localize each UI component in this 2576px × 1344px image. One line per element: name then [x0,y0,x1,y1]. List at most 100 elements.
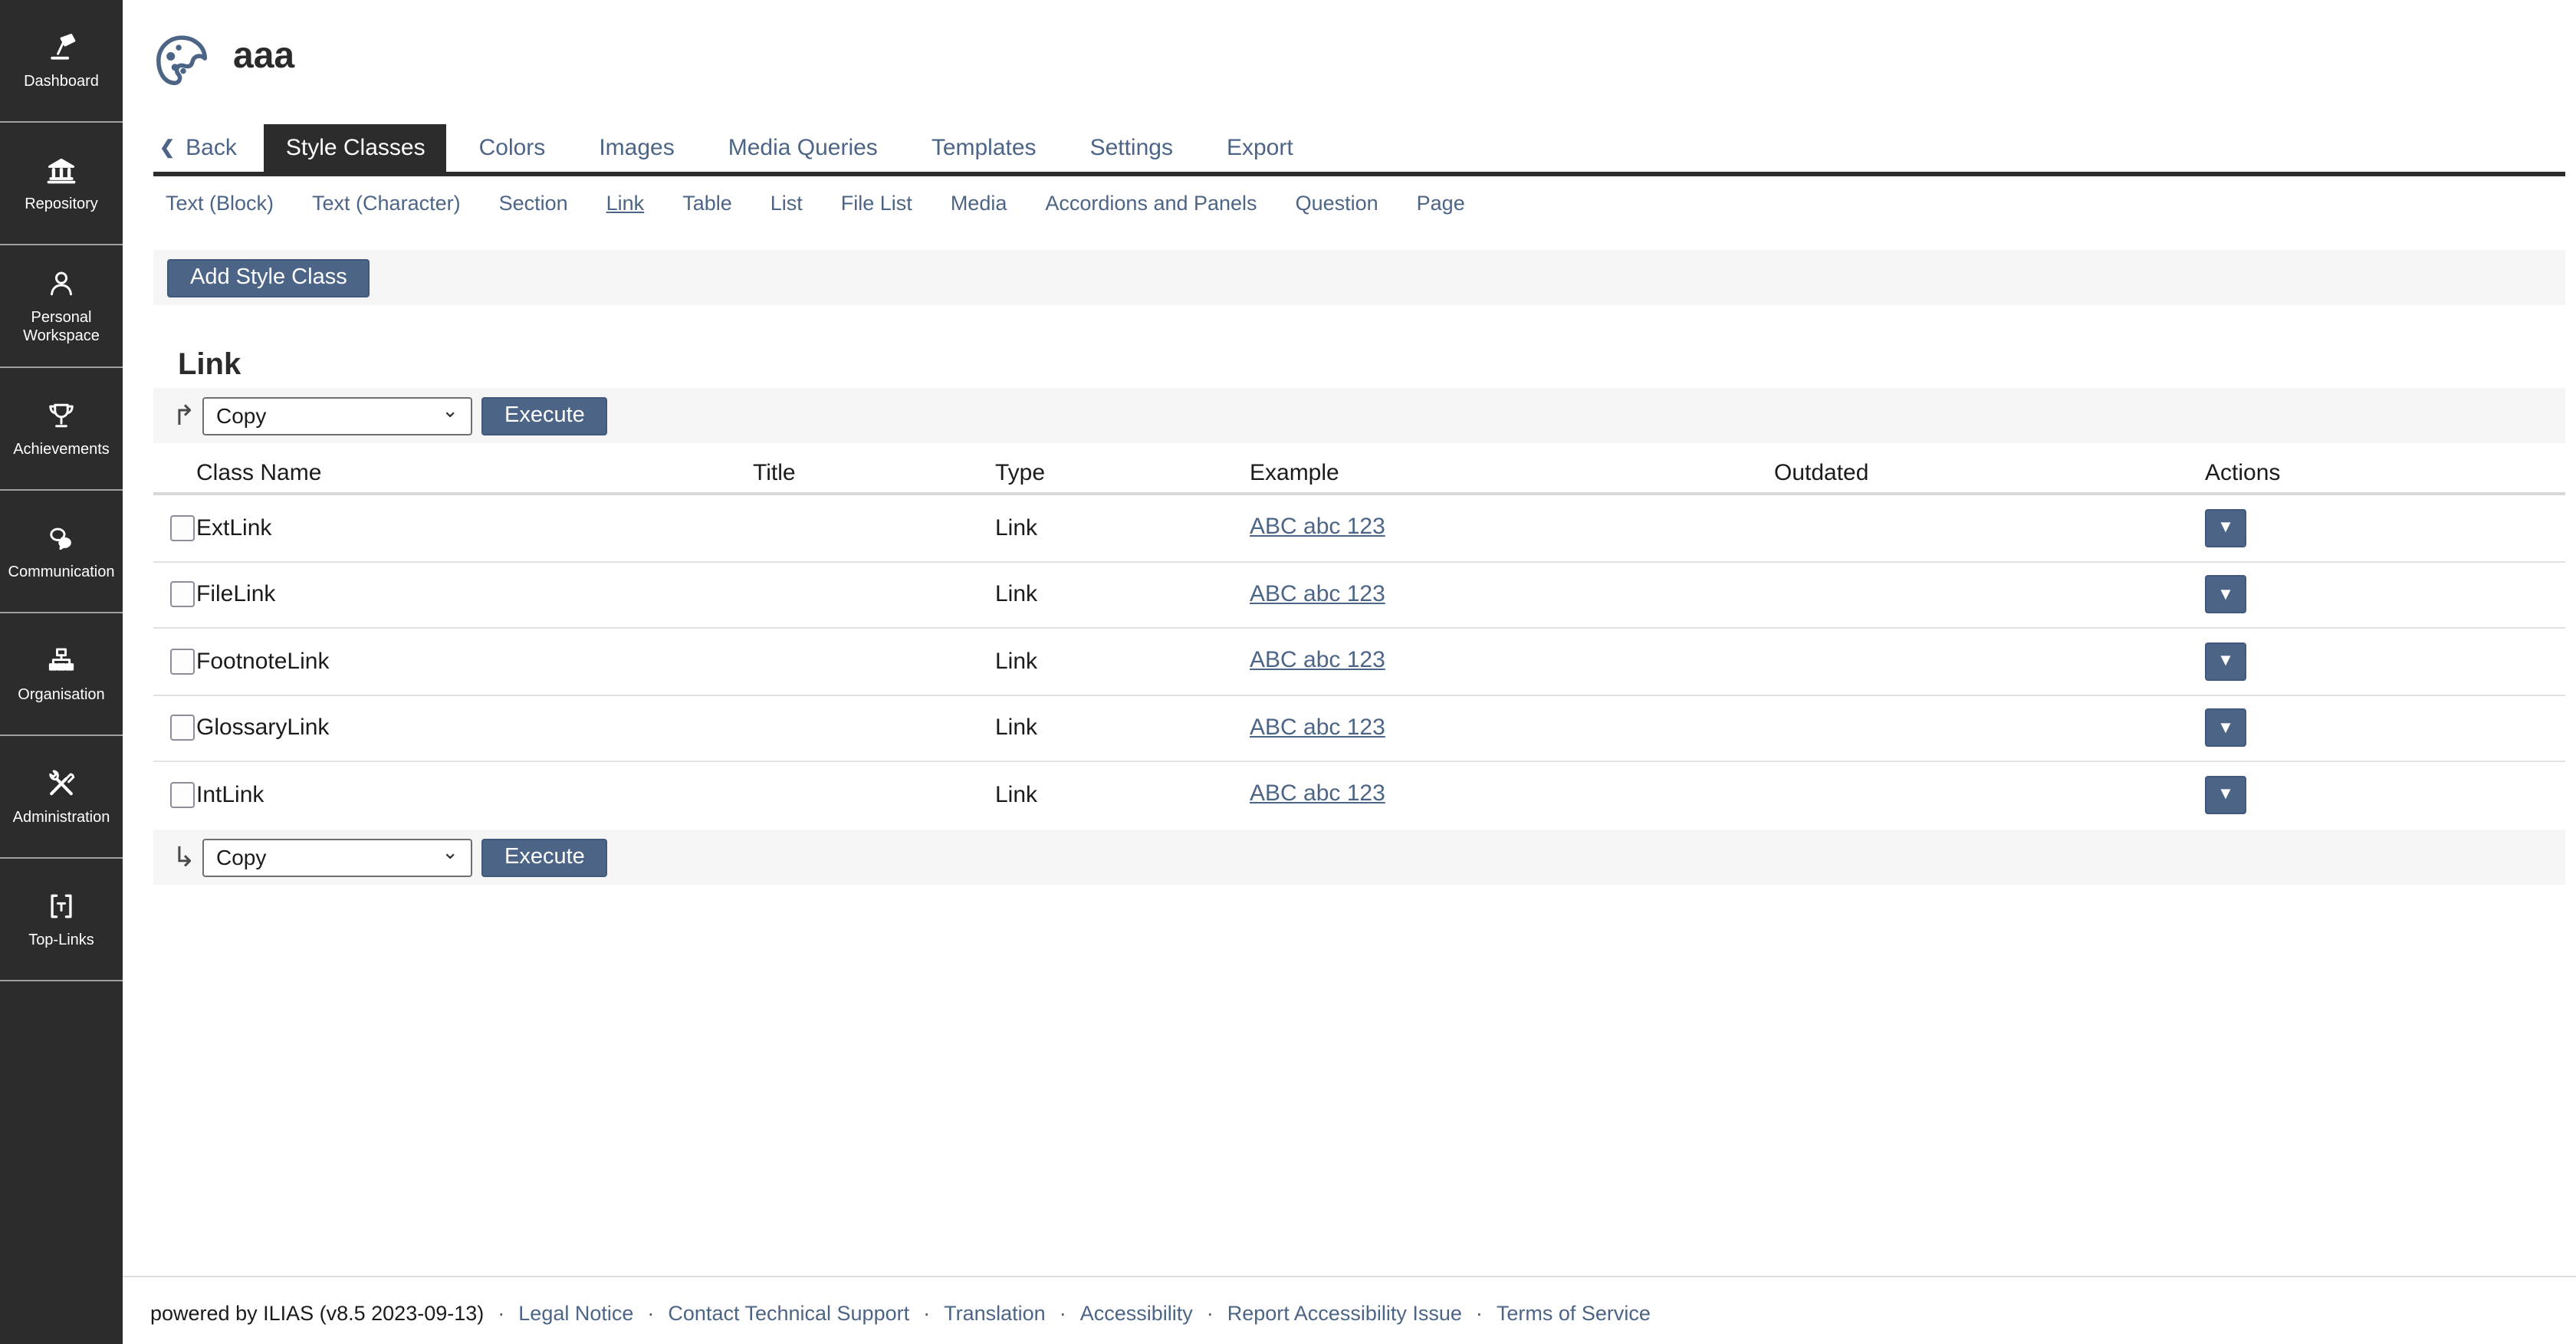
execute-button-bottom[interactable]: Execute [481,838,608,876]
footer-divider [123,1276,2576,1277]
footer-link[interactable]: Terms of Service [1497,1302,1651,1325]
subtab[interactable]: File List [841,192,912,215]
powered-by-text: powered by ILIAS (v8.5 2023-09-13) [150,1302,484,1325]
cell-class-name: IntLink [196,782,753,808]
footer: powered by ILIAS (v8.5 2023-09-13) · Leg… [150,1302,1651,1325]
sidebar-item[interactable]: Administration [0,736,123,859]
sidebar-item[interactable]: Top-Links [0,859,123,981]
tab[interactable]: Colors [458,124,567,172]
sidebar-item-icon [43,765,80,802]
sidebar-item[interactable]: Dashboard [0,0,123,123]
table-row: ExtLink Link ABC abc 123 ▼ [153,495,2565,562]
row-checkbox[interactable] [170,582,195,608]
dot-separator: · [1207,1302,1214,1325]
cell-type: Link [995,582,1250,608]
subtab[interactable]: Link [606,192,645,215]
sidebar-item-label: Top-Links [28,932,94,951]
tab[interactable]: Style Classes [264,124,447,176]
footer-links: · Legal Notice · Contact Technical Suppo… [484,1302,1651,1325]
row-checkbox[interactable] [170,715,195,741]
column-example: Example [1250,459,1774,485]
row-actions-dropdown-button[interactable]: ▼ [2205,776,2246,814]
table-header-row: Class Name Title Type Example Outdated A… [153,452,2565,495]
column-class-name: Class Name [196,459,753,485]
row-actions-dropdown-button[interactable]: ▼ [2205,509,2246,547]
page-title: aaa [233,35,294,78]
sidebar-item[interactable]: Achievements [0,368,123,491]
tab[interactable]: Images [577,124,695,172]
tab[interactable]: Settings [1069,124,1194,172]
tab[interactable]: Export [1205,124,1315,172]
subtab[interactable]: Question [1296,192,1378,215]
cell-type: Link [995,515,1250,541]
row-checkbox[interactable] [170,649,195,675]
example-link[interactable]: ABC abc 123 [1250,715,1385,741]
sidebar-item-label: Dashboard [24,74,99,92]
footer-link[interactable]: Contact Technical Support [668,1302,909,1325]
sidebar-item-icon [43,642,80,679]
dot-separator: · [1060,1302,1066,1325]
caret-down-icon: ▼ [2217,719,2234,738]
column-title: Title [753,459,995,485]
subtab[interactable]: Media [951,192,1007,215]
dot-separator: · [1476,1302,1483,1325]
sidebar-item[interactable]: Communication [0,491,123,613]
table-row: IntLink Link ABC abc 123 ▼ [153,762,2565,827]
execute-button-top[interactable]: Execute [481,396,608,435]
style-classes-table: Class Name Title Type Example Outdated A… [153,452,2565,827]
row-actions-dropdown-button[interactable]: ▼ [2205,709,2246,748]
sidebar-item-label: Personal Workspace [6,310,117,347]
footer-link[interactable]: Legal Notice [518,1302,633,1325]
row-actions-dropdown-button[interactable]: ▼ [2205,642,2246,681]
example-link[interactable]: ABC abc 123 [1250,581,1385,607]
subtab[interactable]: Text (Character) [312,192,461,215]
sub-tabs: Text (Block) Text (Character) Section Link T… [166,192,1465,215]
sidebar-item-icon [43,265,80,302]
example-link[interactable]: ABC abc 123 [1250,648,1385,674]
cell-class-name: GlossaryLink [196,715,753,741]
section-heading: Link [178,348,241,383]
table-row: FootnoteLink Link ABC abc 123 ▼ [153,629,2565,695]
subtab[interactable]: Page [1417,192,1465,215]
sidebar-item-label: Organisation [18,687,104,705]
bulk-action-selected-value: Copy [216,403,266,428]
footer-link[interactable]: Report Accessibility Issue [1227,1302,1462,1325]
subtab[interactable]: Text (Block) [166,192,274,215]
sidebar-item-icon [43,520,80,557]
back-button[interactable]: ❮ Back [153,124,252,172]
cell-type: Link [995,782,1250,808]
table-body: ExtLink Link ABC abc 123 ▼ FileLink Link… [153,495,2565,827]
sidebar-item-label: Achievements [13,442,110,460]
caret-down-icon: ▼ [2217,652,2234,671]
row-actions-dropdown-button[interactable]: ▼ [2205,576,2246,614]
tab[interactable]: Templates [910,124,1058,172]
subtab[interactable]: List [770,192,803,215]
row-checkbox[interactable] [170,782,195,808]
row-checkbox[interactable] [170,515,195,541]
column-actions: Actions [2205,459,2565,485]
bulk-action-selected-value: Copy [216,845,266,869]
back-label: Back [186,135,237,161]
sidebar-item-label: Repository [25,196,98,215]
footer-link[interactable]: Translation [944,1302,1046,1325]
add-style-class-button[interactable]: Add Style Class [167,258,370,297]
column-outdated: Outdated [1774,459,2205,485]
tab[interactable]: Media Queries [707,124,899,172]
subtab[interactable]: Section [499,192,568,215]
sidebar-item[interactable]: Personal Workspace [0,245,123,368]
bulk-action-select-top[interactable]: Copy ⌄ [202,396,472,435]
footer-link[interactable]: Accessibility [1080,1302,1193,1325]
example-link[interactable]: ABC abc 123 [1250,781,1385,807]
caret-down-icon: ▼ [2217,586,2234,604]
subtab[interactable]: Accordions and Panels [1045,192,1257,215]
sidebar-item[interactable]: Organisation [0,613,123,736]
subtab[interactable]: Table [682,192,732,215]
cell-class-name: ExtLink [196,515,753,541]
table-row: GlossaryLink Link ABC abc 123 ▼ [153,695,2565,762]
example-link[interactable]: ABC abc 123 [1250,514,1385,541]
bulk-action-select-bottom[interactable]: Copy ⌄ [202,838,472,876]
main-sidebar: Dashboard Repository Personal Workspace … [0,0,123,1344]
style-editor-page: Dashboard Repository Personal Workspace … [0,0,2576,1344]
sidebar-item-icon [43,29,80,66]
sidebar-item[interactable]: Repository [0,123,123,245]
